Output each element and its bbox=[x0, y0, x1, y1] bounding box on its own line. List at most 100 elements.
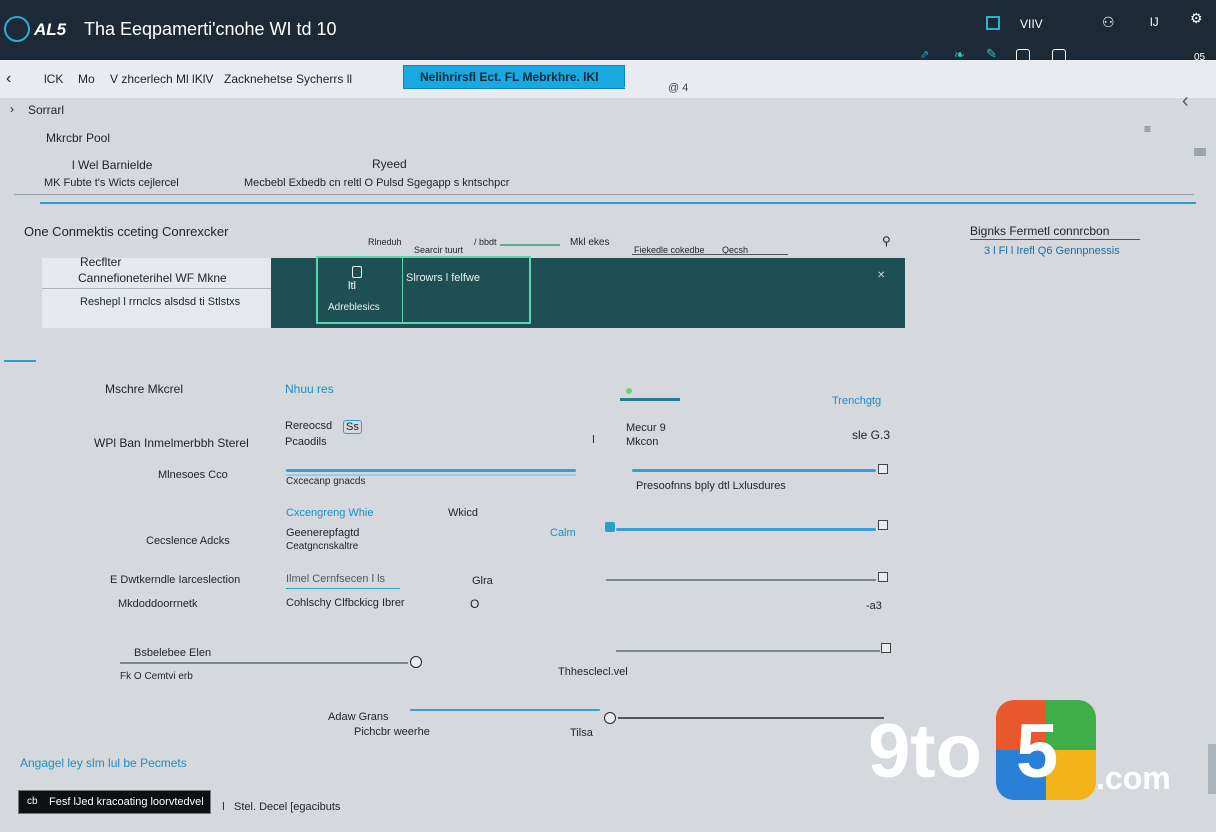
row5-value[interactable]: Ilmel Cernfsecen l ls bbox=[286, 573, 385, 585]
row4-slider-start-knob[interactable] bbox=[605, 522, 615, 532]
row4-label-b: Wkicd bbox=[448, 507, 478, 519]
row4-slider-knob[interactable] bbox=[878, 520, 888, 530]
row4-label: Cecslence Adcks bbox=[146, 535, 230, 547]
row7-mid: Thhesclecl.vel bbox=[558, 666, 628, 678]
location-pin-icon[interactable]: ⚲ bbox=[882, 234, 891, 248]
row8-mid: Tilsa bbox=[570, 727, 593, 739]
card-subtitle: Adreblesics bbox=[328, 302, 380, 313]
row7-slider-knob[interactable] bbox=[410, 656, 422, 668]
footer-link[interactable]: Angagel ley slm lul be Pecmets bbox=[20, 756, 187, 770]
title-bar: AL5 Tha Eeqpamerti'cnohe WI td 10 VIIV ⚇… bbox=[0, 0, 1216, 63]
row8-slider-knob[interactable] bbox=[604, 712, 616, 724]
row3-slider-right[interactable] bbox=[632, 469, 876, 472]
display-icon[interactable] bbox=[986, 16, 1000, 30]
footer-divider-icon: ǀ bbox=[222, 801, 225, 813]
card-separator bbox=[402, 258, 403, 322]
watermark-text-2: 5 bbox=[1016, 709, 1059, 794]
title-menu-1[interactable]: VIIV bbox=[1020, 17, 1043, 31]
section-accent-line bbox=[40, 202, 1196, 204]
row4-sub: Ceatgncnskaltre bbox=[286, 541, 359, 552]
row6-mid: O bbox=[470, 597, 480, 611]
connections-title: One Conmektis cceting Conrexcker bbox=[24, 224, 229, 239]
row5-slider[interactable] bbox=[606, 579, 876, 581]
row5-slider-knob[interactable] bbox=[878, 572, 888, 582]
mini-label-1: Rlneduh bbox=[368, 237, 402, 247]
left-label-3: Reshepl l rrnclcs alsdsd ti Stlstxs bbox=[80, 296, 241, 308]
footer-box-icon: cb bbox=[27, 796, 38, 807]
mini-label-4: Mkl ekes bbox=[570, 237, 610, 248]
row1-right-link[interactable]: Trenchgtg bbox=[832, 395, 881, 407]
row4-mid: Calm bbox=[550, 527, 576, 539]
row3-right-sub: Presoofnns bply dtl Lxlusdures bbox=[636, 480, 786, 492]
nav-item-1[interactable]: lCK bbox=[44, 72, 63, 86]
connections-right-sub: 3 l Fl l Irefl Q6 Gennpnessis bbox=[984, 245, 1120, 257]
row7-label: Bsbelebee Elen bbox=[134, 647, 212, 659]
row2-right: sle G.3 bbox=[852, 428, 891, 442]
row3-sub: Cxcecanp gnacds bbox=[286, 476, 366, 487]
brand-label: AL5 bbox=[34, 20, 67, 39]
card-title: ltl bbox=[348, 280, 356, 292]
active-tab[interactable]: Nelihrirsfl Ect. FL Mebrkhre. lKl bbox=[404, 66, 624, 88]
row2-label: WPl Ban Inmelmerbbh Sterel bbox=[94, 436, 249, 450]
footer-box-label: Fesf lJed kracoating loorvtedvel bbox=[49, 796, 204, 808]
row2-indicator-icon: ǀ bbox=[592, 434, 595, 446]
crumb-chevron-icon[interactable]: › bbox=[10, 102, 14, 116]
row5-mid: Glra bbox=[472, 575, 493, 587]
watermark-text-3: .com bbox=[1096, 760, 1171, 796]
row8-label: Adaw Grans bbox=[328, 711, 389, 723]
right-title-underline bbox=[970, 239, 1140, 240]
col2-value: Mecbebl Exbedb cn reltl O Pulsd Sgegapp … bbox=[244, 177, 510, 189]
row3-slider-knob[interactable] bbox=[878, 464, 888, 474]
activity-graphic bbox=[620, 388, 682, 404]
section-crumb: Sorrarl bbox=[28, 103, 65, 117]
nav-item-4[interactable]: Zacknehetse Sycherrs ll bbox=[224, 72, 352, 86]
nav-item-3[interactable]: V zhcerlech Ml lKlV bbox=[110, 72, 213, 86]
row2-mid2: Mkcon bbox=[626, 436, 659, 448]
title-menu-2[interactable]: lJ bbox=[1150, 15, 1159, 29]
back-arrow-icon[interactable]: ‹ bbox=[6, 70, 11, 88]
row8-sub: Pichcbr weerhe bbox=[354, 726, 430, 738]
row1-label: Mschre Mkcrel bbox=[105, 382, 184, 396]
mini-line bbox=[632, 254, 788, 255]
side-accent bbox=[4, 360, 36, 362]
panel-close-icon[interactable]: ✕ bbox=[877, 270, 885, 281]
row7-right-knob[interactable] bbox=[881, 643, 891, 653]
left-label-1: Recflter bbox=[80, 255, 122, 269]
active-tab-label: Nelihrirsfl Ect. FL Mebrkhre. lKl bbox=[420, 70, 599, 84]
row2-heading: Rereocsd bbox=[285, 420, 333, 432]
row4-label-a[interactable]: Cxcengreng Whie bbox=[286, 507, 373, 519]
collapse-chevron-icon[interactable]: ‹ bbox=[1182, 90, 1189, 113]
app-logo-icon bbox=[4, 16, 30, 42]
row7-right-slider[interactable] bbox=[616, 650, 880, 652]
nav-item-2[interactable]: Mo bbox=[78, 72, 95, 86]
row3-slider-left[interactable] bbox=[286, 469, 576, 472]
watermark-text-1: 9to bbox=[868, 709, 982, 794]
window-title: Tha Eeqpamerti'cnohe WI td 10 bbox=[84, 19, 337, 39]
tab-notch bbox=[624, 66, 646, 88]
row4-slider[interactable] bbox=[616, 528, 876, 531]
row3-label: Mlnesoes Cco bbox=[158, 469, 228, 481]
connection-left-panel bbox=[42, 258, 271, 328]
row1-value[interactable]: Nhuu res bbox=[285, 382, 334, 396]
side-menu-icon[interactable]: ≡ bbox=[1144, 122, 1151, 136]
user-icon[interactable]: ⚇ bbox=[1102, 14, 1115, 31]
card-text: Slrowrs l felfwe bbox=[406, 272, 480, 284]
row8-slider-left[interactable] bbox=[410, 709, 600, 711]
col2-heading: Ryeed bbox=[372, 157, 407, 171]
row6-right: -a3 bbox=[866, 600, 882, 612]
row5-underline bbox=[286, 588, 400, 589]
connection-card[interactable]: ltl Adreblesics Slrowrs l felfwe bbox=[316, 256, 531, 324]
footer-action-button[interactable]: cb Fesf lJed kracoating loorvtedvel bbox=[18, 790, 211, 814]
scrollbar-thumb[interactable] bbox=[1208, 744, 1216, 794]
row5-label: E Dwtkerndle Iarceslection bbox=[110, 574, 241, 586]
row6-label: Mkdoddoorrnetk bbox=[118, 598, 198, 610]
settings-icon[interactable]: ⚙ bbox=[1190, 10, 1203, 27]
device-icon bbox=[352, 266, 362, 278]
col1-heading: l Wel Barnielde bbox=[72, 158, 153, 172]
row7-slider[interactable] bbox=[120, 662, 408, 664]
mini-label-3: / bbdt bbox=[474, 237, 497, 247]
footer-status: Stel. Decel [egacibuts bbox=[234, 801, 341, 813]
nav-bar: ‹ lCK Mo V zhcerlech Ml lKlV Zacknehetse… bbox=[0, 60, 1216, 98]
nav-right-label: @ 4 bbox=[668, 82, 689, 94]
row8-slider-right[interactable] bbox=[618, 717, 884, 719]
